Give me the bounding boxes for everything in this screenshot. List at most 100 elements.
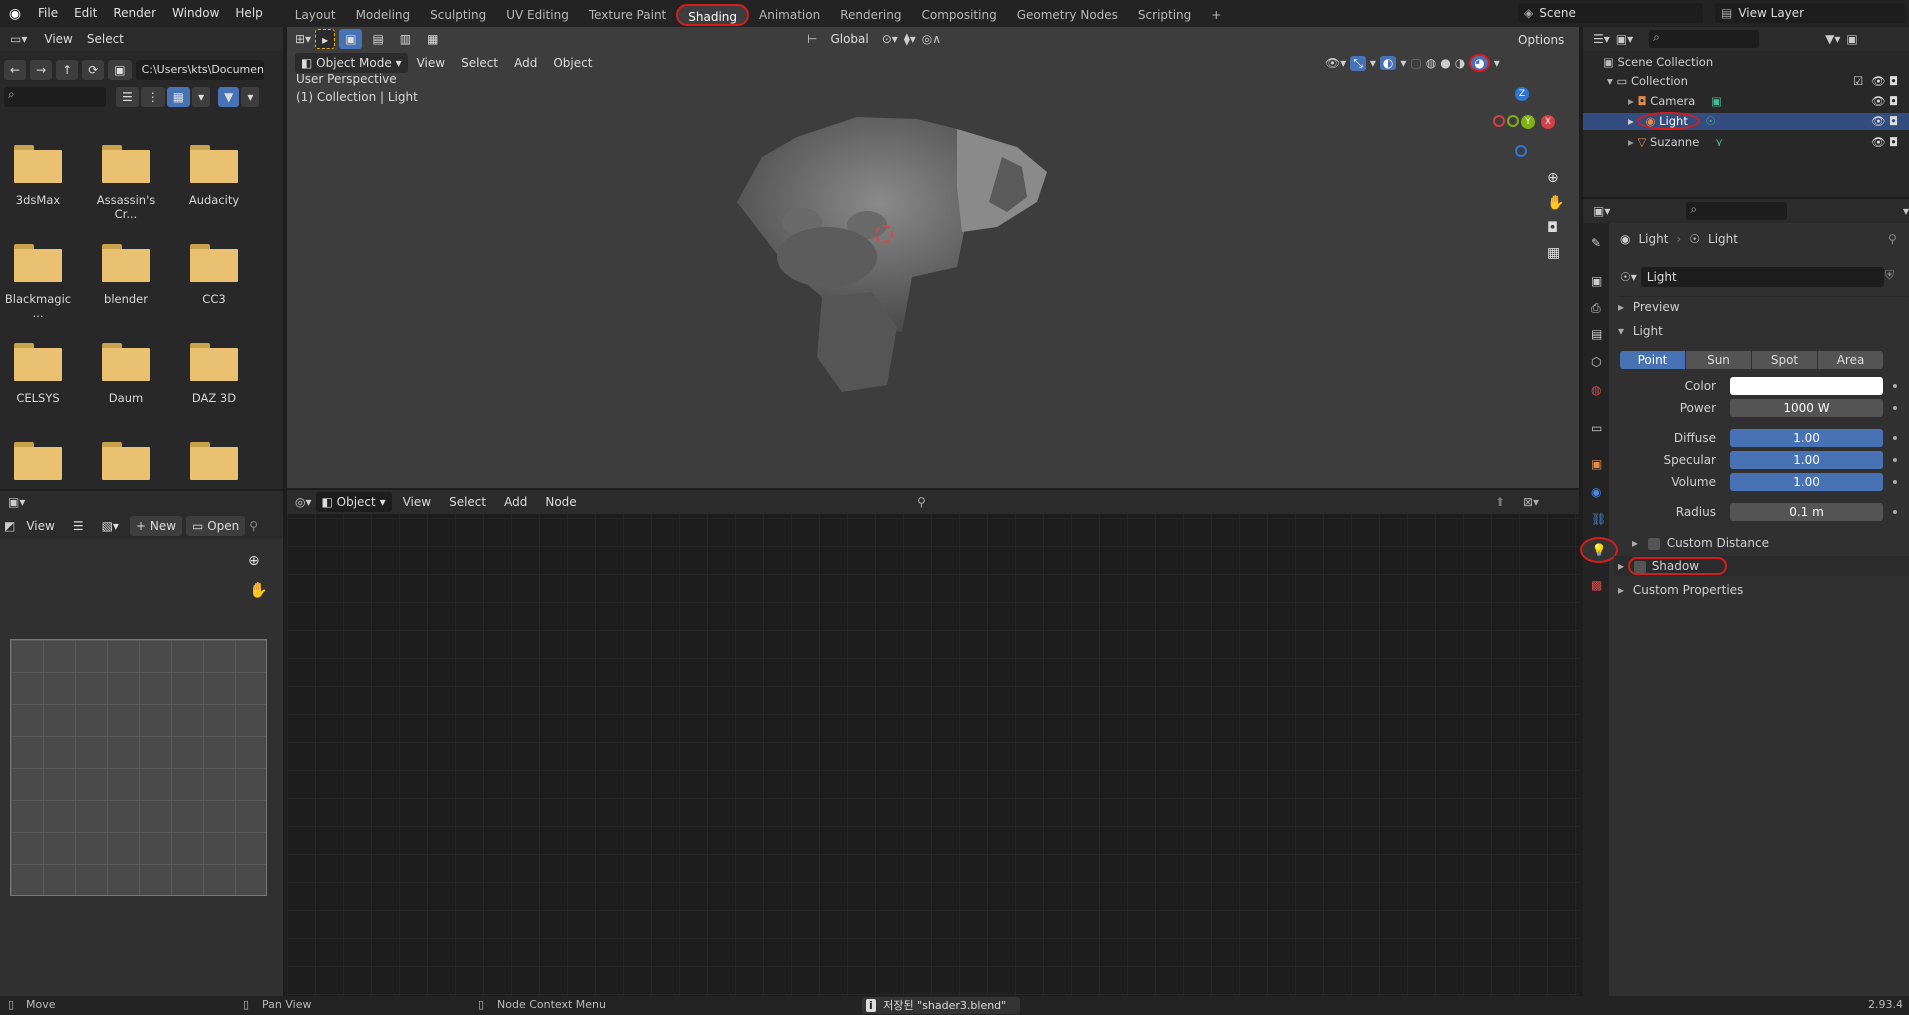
editor-type-icon[interactable]: ◎▾ — [295, 495, 312, 509]
editor-type-icon[interactable]: ☰▾ — [1593, 32, 1610, 46]
camera-render-icon[interactable]: ◘ — [1889, 134, 1898, 151]
neg-y-axis-icon[interactable] — [1507, 115, 1519, 127]
new-collection-icon[interactable]: ▣ — [1846, 32, 1857, 46]
folder-item[interactable]: Assassin's Cr... — [91, 145, 161, 221]
folder-item[interactable] — [179, 442, 249, 490]
select-mode-icons[interactable]: ▣ — [339, 29, 363, 49]
select-subtract-icon[interactable]: ▥ — [393, 29, 418, 49]
vp-menu-object[interactable]: Object — [546, 53, 599, 73]
view-layer-tab-icon[interactable]: ▤ — [1591, 327, 1602, 341]
image-browse-icon[interactable]: ▧▾ — [95, 516, 126, 536]
tab-layout[interactable]: Layout — [285, 4, 346, 26]
neg-x-axis-icon[interactable] — [1493, 115, 1505, 127]
datablock-name-field[interactable]: Light — [1640, 267, 1884, 287]
shader-type-dropdown[interactable]: ◧ Object ▾ — [315, 492, 392, 512]
power-field[interactable]: 1000 W — [1730, 399, 1883, 417]
expand-icon[interactable]: ▸ — [1618, 583, 1624, 597]
add-workspace-icon[interactable]: + — [1201, 4, 1231, 26]
light-data-tab-icon[interactable]: 💡 — [1580, 537, 1618, 563]
preview-panel-header[interactable]: ▸ Preview — [1618, 296, 1908, 316]
collapse-icon[interactable]: ▾ — [1618, 324, 1624, 338]
scene-collection-row[interactable]: ▣ Scene Collection — [1583, 54, 1909, 71]
light-type-area[interactable]: Area — [1818, 351, 1883, 369]
texture-tab-icon[interactable]: ▩ — [1591, 578, 1602, 592]
folder-item[interactable] — [91, 442, 161, 490]
radius-field[interactable]: 0.1 m — [1730, 503, 1883, 521]
hand-pan-icon[interactable]: ✋ — [1547, 195, 1564, 211]
expand-icon[interactable]: ▸ — [1628, 135, 1634, 149]
checkbox-icon[interactable]: ☑ — [1853, 73, 1863, 90]
physics-tab-icon[interactable]: ◉ — [1591, 485, 1601, 499]
fb-menu-view[interactable]: View — [37, 29, 79, 49]
info-report[interactable]: i 저장된 "shader3.blend" — [862, 997, 1020, 1014]
filter-icon[interactable]: ▼▾ — [1825, 32, 1840, 46]
outliner-search-input[interactable]: ⌕ — [1649, 30, 1760, 48]
ne-menu-add[interactable]: Add — [497, 492, 534, 512]
volume-slider[interactable]: 1.00 — [1730, 473, 1883, 491]
ne-menu-view[interactable]: View — [396, 492, 438, 512]
shadow-panel-header[interactable]: ▸ Shadow — [1614, 556, 1909, 576]
folder-item[interactable]: CC3 — [179, 244, 249, 306]
folder-item[interactable]: Daum — [91, 343, 161, 405]
tool-tab-icon[interactable]: ✎ — [1591, 236, 1601, 250]
checkbox-icon[interactable] — [1633, 560, 1646, 573]
custom-distance-subpanel[interactable]: ▸ Custom Distance — [1632, 533, 1902, 553]
vertical-list-icon[interactable]: ☰ — [116, 87, 139, 107]
light-type-point[interactable]: Point — [1620, 351, 1685, 369]
open-image-button[interactable]: ▭ Open — [186, 516, 246, 536]
keyframe-dot-icon[interactable] — [1893, 406, 1897, 410]
tab-scripting[interactable]: Scripting — [1128, 4, 1201, 26]
parent-node-tree-icon[interactable]: ⬆ — [1495, 495, 1505, 509]
overlay-dropdown-icon[interactable]: ▾ — [1400, 56, 1406, 70]
ortho-grid-icon[interactable]: ▦ — [1547, 245, 1560, 261]
orientation-dropdown[interactable]: Global — [823, 29, 875, 49]
collection-tab-icon[interactable]: ▭ — [1591, 421, 1602, 435]
select-extend-icon[interactable]: ▤ — [366, 29, 390, 49]
outliner-item-light[interactable]: ▸ ◉ Light ☉ 👁 ◘ — [1583, 112, 1909, 130]
ie-view-menu[interactable]: View — [19, 516, 61, 536]
keyframe-dot-icon[interactable] — [1893, 458, 1897, 462]
mode-dropdown[interactable]: ◧ Object Mode ▾ — [295, 53, 408, 73]
collection-row[interactable]: ▾ ▭ Collection ☑ 👁 ◘ — [1583, 73, 1909, 90]
eye-icon[interactable]: 👁 — [1871, 113, 1886, 130]
light-panel-header[interactable]: ▾ Light — [1618, 321, 1908, 341]
horizontal-list-icon[interactable]: ⋮ — [140, 87, 165, 107]
select-tool-icon[interactable]: ▸ — [315, 29, 336, 49]
color-swatch[interactable] — [1730, 377, 1883, 395]
diffuse-slider[interactable]: 1.00 — [1730, 429, 1883, 447]
pin-icon[interactable]: ⚲ — [249, 519, 258, 533]
sort-dropdown-icon[interactable]: ▾ — [192, 87, 211, 107]
camera-render-icon[interactable]: ◘ — [1889, 93, 1898, 110]
image-mode-icon[interactable]: ◩ — [4, 519, 15, 533]
hamburger-icon[interactable]: ☰ — [66, 516, 91, 536]
gizmo-dropdown-icon[interactable]: ▾ — [1370, 56, 1376, 70]
view-layer-selector[interactable]: ▤ View Layer — [1715, 3, 1905, 23]
pin-icon[interactable]: ⚲ — [917, 495, 926, 509]
back-arrow-icon[interactable]: ← — [4, 60, 27, 80]
tab-modeling[interactable]: Modeling — [346, 4, 421, 26]
viewport-3d[interactable]: ⊞▾ ▸ ▣ ▤ ▥ ▦ ⊢ Global ⊙▾ ⧫▾ ◎∧ Options ◧… — [287, 27, 1579, 488]
z-axis-icon[interactable]: Z — [1515, 87, 1529, 101]
pin-icon[interactable]: ⚲ — [1888, 232, 1897, 246]
tab-texture-paint[interactable]: Texture Paint — [579, 4, 676, 26]
expand-icon[interactable]: ▸ — [1628, 94, 1634, 108]
folder-item[interactable]: 3dsMax — [3, 145, 73, 207]
ne-menu-node[interactable]: Node — [538, 492, 583, 512]
eye-icon[interactable]: 👁 — [1871, 93, 1886, 110]
ne-menu-select[interactable]: Select — [442, 492, 493, 512]
parent-dir-icon[interactable]: ↑ — [56, 60, 79, 80]
new-image-button[interactable]: + New — [129, 516, 183, 536]
camera-render-icon[interactable]: ◘ — [1889, 113, 1898, 130]
expand-icon[interactable]: ▾ — [1607, 74, 1613, 88]
wireframe-shading-icon[interactable]: ◍ — [1426, 56, 1436, 70]
editor-type-icon[interactable]: ▭▾ — [0, 32, 37, 46]
menu-window[interactable]: Window — [164, 0, 227, 27]
solid-shading-icon[interactable]: ● — [1440, 56, 1450, 70]
expand-icon[interactable]: ▸ — [1632, 536, 1638, 550]
thumbnails-icon[interactable]: ▦ — [166, 87, 191, 107]
proportional-edit-icon[interactable]: ◎∧ — [922, 32, 941, 46]
expand-icon[interactable]: ▸ — [1628, 114, 1634, 128]
view-layer-name[interactable]: View Layer — [1738, 6, 1804, 20]
new-folder-icon[interactable]: ▣ — [108, 60, 132, 80]
object-tab-icon[interactable]: ▣ — [1591, 457, 1602, 471]
